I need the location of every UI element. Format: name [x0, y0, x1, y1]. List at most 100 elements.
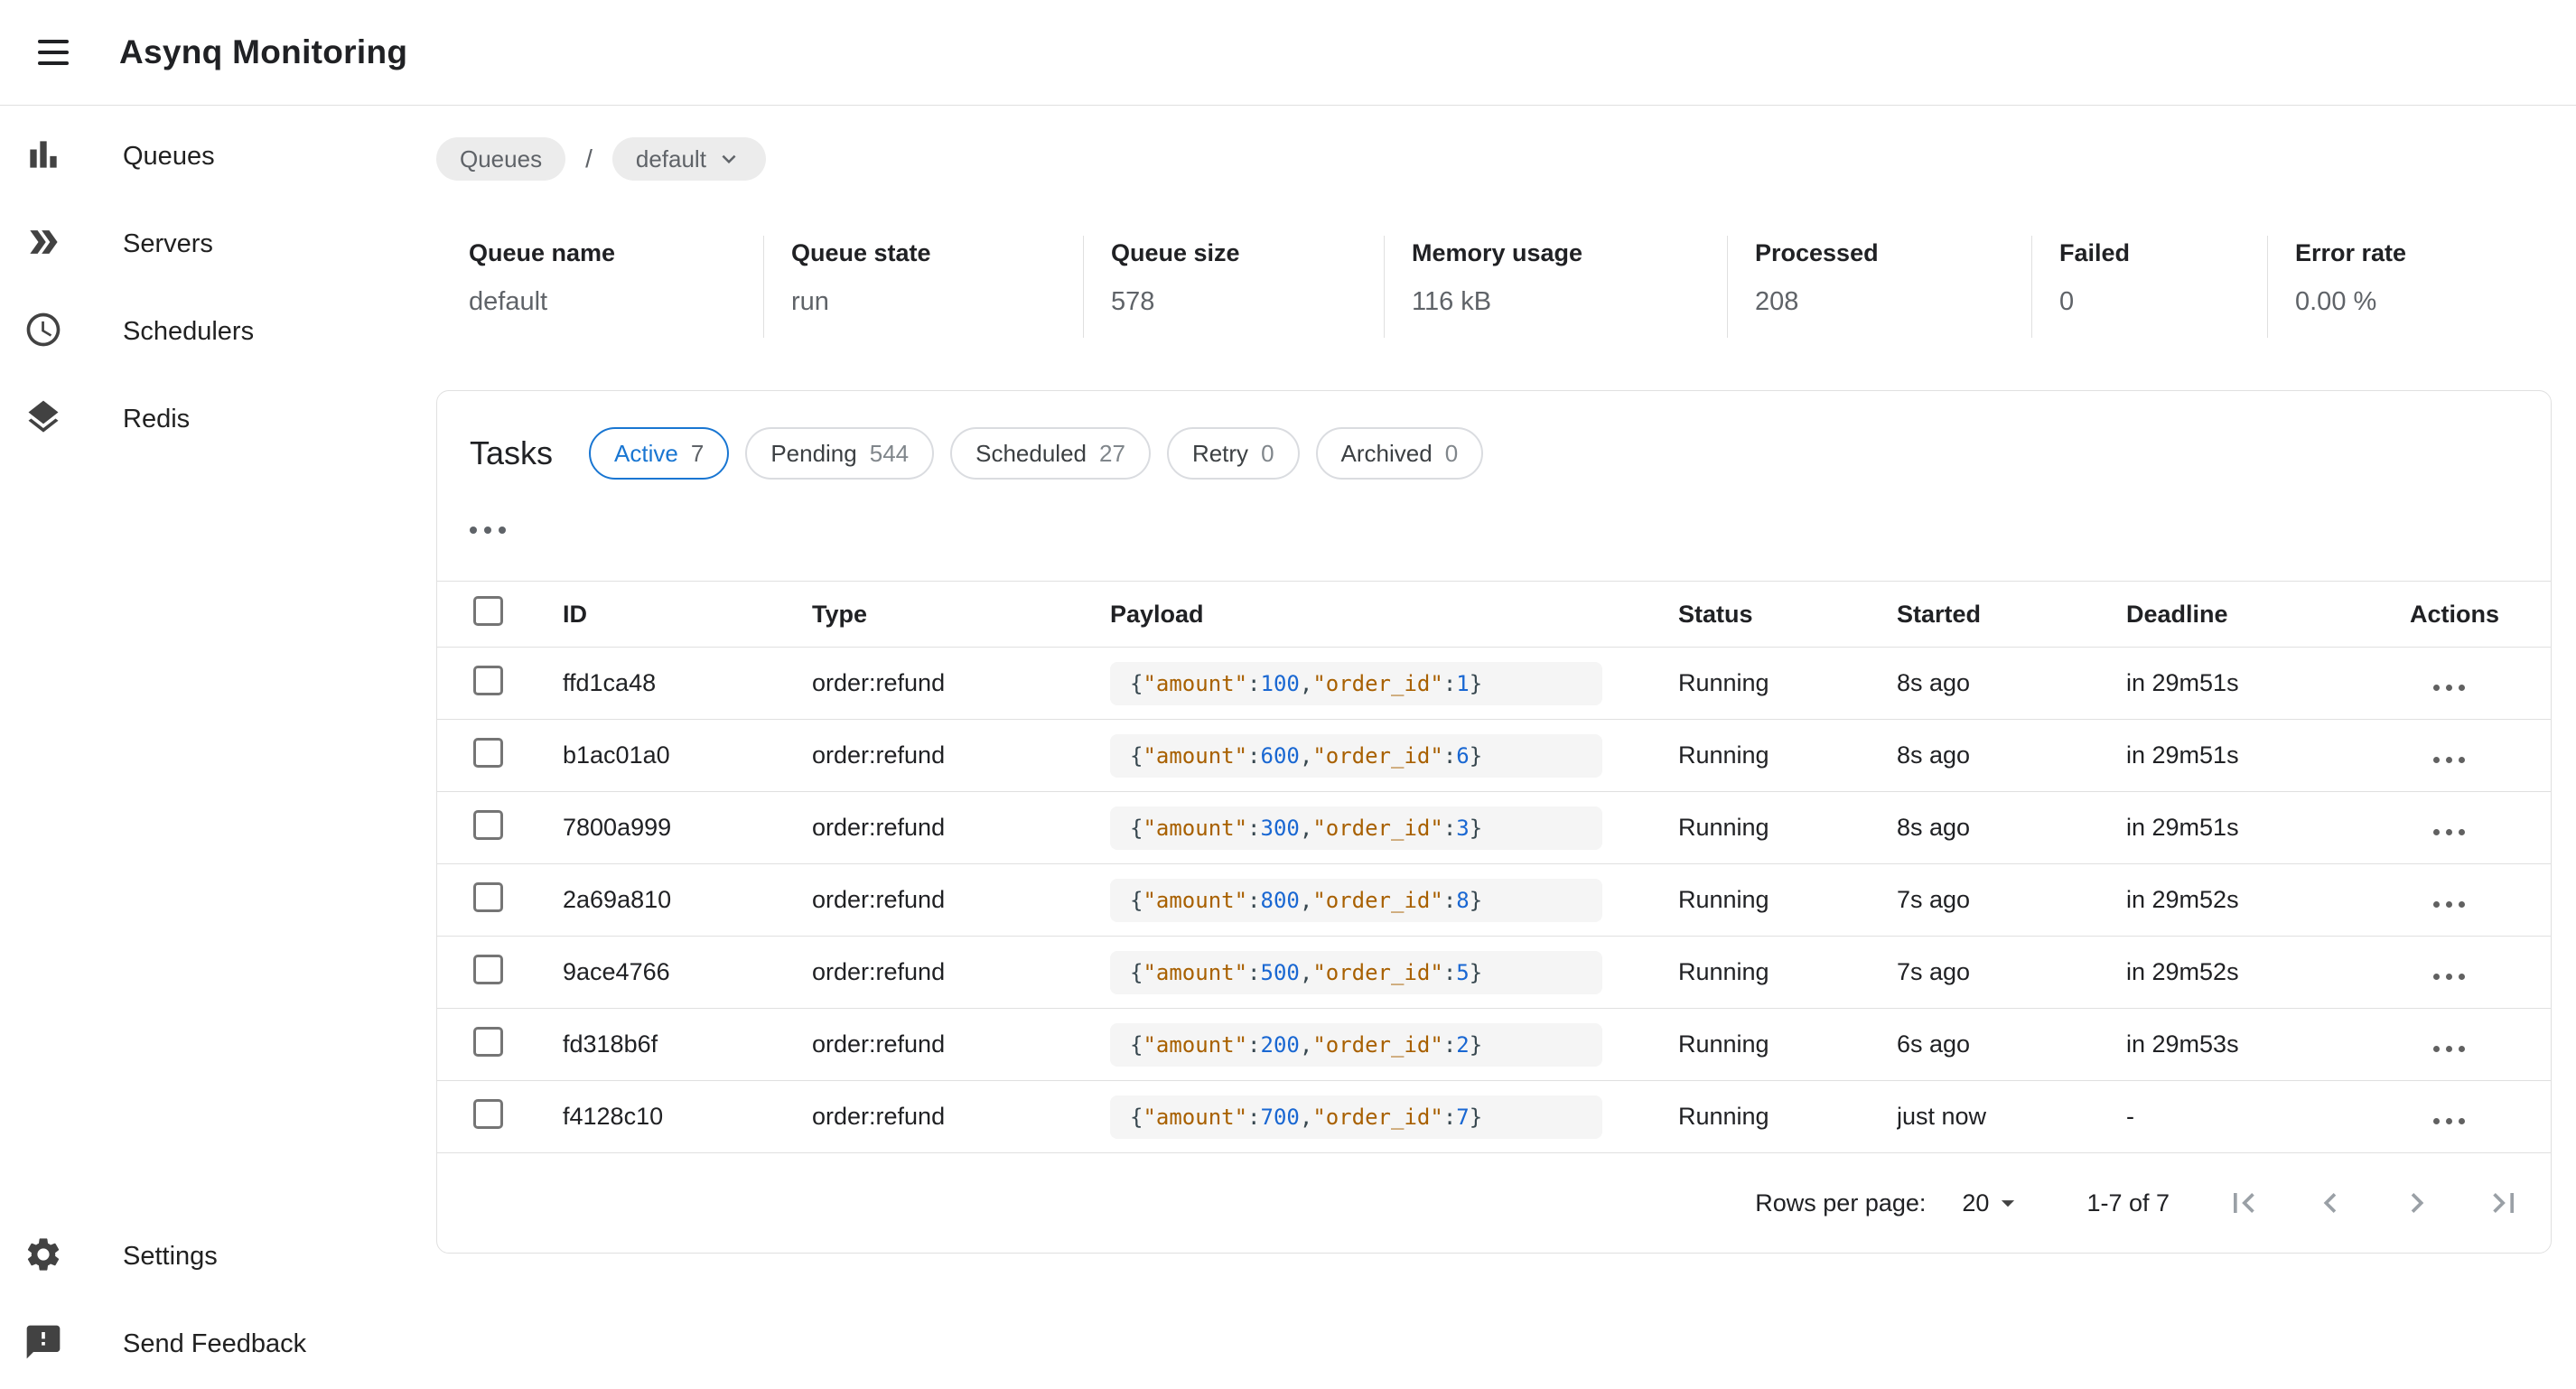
menu-button[interactable]: [38, 33, 83, 72]
table-row: b1ac01a0order:refund{"amount":600,"order…: [437, 720, 2551, 792]
row-checkbox[interactable]: [473, 1027, 503, 1057]
hamburger-icon: [38, 40, 69, 43]
task-status: Running: [1678, 958, 1897, 986]
sidebar-bottom-list: Settings Send Feedback: [0, 1213, 436, 1388]
stat-processed: Processed208: [1727, 236, 2031, 338]
sidebar-item-schedulers[interactable]: Schedulers: [0, 288, 436, 376]
tab-archived[interactable]: Archived0: [1316, 427, 1484, 480]
stat-value: 116 kB: [1412, 287, 1727, 317]
stat-failed: Failed0: [2031, 236, 2267, 338]
row-actions-button[interactable]: [2433, 685, 2471, 691]
breadcrumb-queues-chip[interactable]: Queues: [436, 137, 565, 181]
tab-label: Retry: [1192, 440, 1248, 468]
sidebar-nav-list: Queues Servers Schedulers Redis: [0, 113, 436, 463]
table-row: f4128c10order:refund{"amount":700,"order…: [437, 1081, 2551, 1153]
sidebar-item-label: Schedulers: [123, 317, 254, 347]
task-deadline: in 29m51s: [2126, 669, 2410, 697]
column-header-payload: Payload: [1110, 601, 1678, 629]
table-row: 7800a999order:refund{"amount":300,"order…: [437, 792, 2551, 864]
task-payload: {"amount":700,"order_id":7}: [1110, 1095, 1602, 1139]
row-actions-button[interactable]: [2433, 1118, 2471, 1124]
row-checkbox[interactable]: [473, 882, 503, 912]
task-payload: {"amount":100,"order_id":1}: [1110, 662, 1602, 705]
tab-label: Archived: [1341, 440, 1433, 468]
chevron-down-icon: [715, 145, 742, 172]
task-id: fd318b6f: [563, 1030, 812, 1058]
sidebar-item-queues[interactable]: Queues: [0, 113, 436, 200]
task-started: 6s ago: [1897, 1030, 2126, 1058]
task-status: Running: [1678, 669, 1897, 697]
next-page-button[interactable]: [2397, 1183, 2437, 1223]
stat-value: 0.00 %: [2295, 287, 2552, 317]
sidebar-item-label: Queues: [123, 142, 215, 172]
task-payload: {"amount":500,"order_id":5}: [1110, 951, 1602, 994]
row-actions-button[interactable]: [2433, 974, 2471, 980]
task-started: 7s ago: [1897, 886, 2126, 914]
tab-label: Scheduled: [975, 440, 1087, 468]
table-row: ffd1ca48order:refund{"amount":100,"order…: [437, 648, 2551, 720]
rows-per-page-value: 20: [1962, 1189, 1989, 1217]
row-checkbox[interactable]: [473, 810, 503, 840]
tab-retry[interactable]: Retry 0: [1167, 427, 1300, 480]
more-options-button[interactable]: [470, 510, 524, 550]
sidebar-item-redis[interactable]: Redis: [0, 376, 436, 463]
stat-queue-size: Queue size578: [1083, 236, 1384, 338]
top-bar: Asynq Monitoring: [0, 0, 2576, 106]
task-id: 2a69a810: [563, 886, 812, 914]
last-page-button[interactable]: [2484, 1183, 2524, 1223]
task-payload: {"amount":800,"order_id":8}: [1110, 879, 1602, 922]
tab-count: 544: [870, 440, 909, 468]
sidebar: Queues Servers Schedulers Redis Settings Sen…: [0, 106, 436, 1388]
task-id: 9ace4766: [563, 958, 812, 986]
task-payload: {"amount":200,"order_id":2}: [1110, 1023, 1602, 1067]
tab-scheduled[interactable]: Scheduled 27: [950, 427, 1151, 480]
more-horiz-icon: [2433, 901, 2440, 908]
breadcrumb-queue-select-chip[interactable]: default: [612, 137, 766, 181]
tab-label: Pending: [770, 440, 856, 468]
first-page-button[interactable]: [2224, 1183, 2263, 1223]
tab-count: 0: [1261, 440, 1274, 468]
task-started: 8s ago: [1897, 814, 2126, 842]
table-footer: Rows per page: 20 1-7 of 7: [437, 1153, 2551, 1253]
sidebar-item-servers[interactable]: Servers: [0, 200, 436, 288]
tab-pending[interactable]: Pending 544: [745, 427, 934, 480]
layers-icon: [23, 397, 63, 442]
stat-label: Queue state: [791, 239, 1083, 267]
row-actions-button[interactable]: [2433, 1046, 2471, 1052]
row-actions-button[interactable]: [2433, 829, 2471, 835]
task-deadline: -: [2126, 1103, 2410, 1131]
task-started: 8s ago: [1897, 669, 2126, 697]
previous-page-button[interactable]: [2310, 1183, 2350, 1223]
row-checkbox[interactable]: [473, 955, 503, 984]
row-checkbox[interactable]: [473, 738, 503, 768]
dropdown-arrow-icon: [1993, 1188, 2023, 1218]
bar-chart-icon: [23, 135, 63, 179]
row-actions-button[interactable]: [2433, 757, 2471, 763]
row-checkbox[interactable]: [473, 1099, 503, 1129]
table-row: 9ace4766order:refund{"amount":500,"order…: [437, 937, 2551, 1009]
tasks-card: Tasks Active7Pending544Scheduled27Retry0…: [436, 390, 2552, 1254]
pagination-buttons: [2224, 1183, 2524, 1223]
tasks-card-header: Tasks Active7Pending544Scheduled27Retry0…: [437, 391, 2551, 480]
app-title: Asynq Monitoring: [119, 33, 407, 71]
row-actions-button[interactable]: [2433, 901, 2471, 908]
task-status: Running: [1678, 814, 1897, 842]
task-deadline: in 29m52s: [2126, 958, 2410, 986]
queue-stats-bar: Queue namedefault Queue state runQueue siz…: [436, 236, 2576, 338]
stat-queue-name: Queue namedefault: [436, 236, 763, 338]
sidebar-item-label: Send Feedback: [123, 1329, 306, 1359]
stat-label: Memory usage: [1412, 239, 1727, 267]
tab-active[interactable]: Active7: [589, 427, 729, 480]
row-checkbox[interactable]: [473, 666, 503, 695]
first-page-icon: [2224, 1183, 2263, 1223]
tab-count: 27: [1099, 440, 1125, 468]
table-row: 2a69a810order:refund{"amount":800,"order…: [437, 864, 2551, 937]
rows-per-page-select[interactable]: 20: [1962, 1188, 2023, 1218]
select-all-checkbox[interactable]: [473, 596, 503, 626]
task-id: ffd1ca48: [563, 669, 812, 697]
sidebar-item-send-feedback[interactable]: Send Feedback: [0, 1300, 436, 1388]
more-horiz-icon: [2433, 1118, 2440, 1124]
stat-value: run: [791, 287, 1083, 317]
table-header-row: IDTypePayloadStatusStartedDeadlineAction…: [437, 581, 2551, 648]
sidebar-item-settings[interactable]: Settings: [0, 1213, 436, 1300]
